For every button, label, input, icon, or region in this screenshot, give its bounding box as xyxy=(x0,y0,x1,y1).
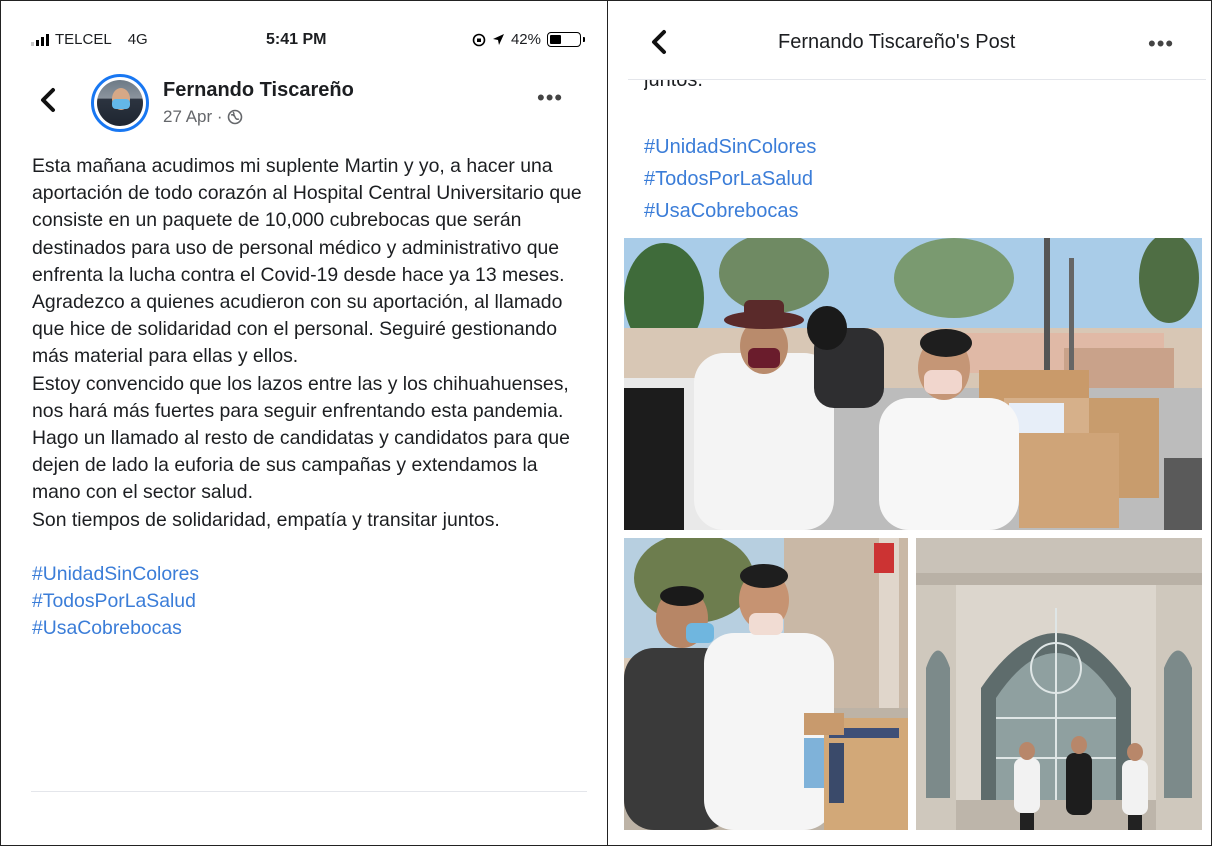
status-left: TELCEL 4G xyxy=(31,31,148,48)
hashtag-link[interactable]: #TodosPorLaSalud xyxy=(32,588,587,615)
post-paragraph: Agradezco a quienes acudieron con su apo… xyxy=(32,291,563,368)
post-detail-header: Fernando Tiscareño's Post ••• xyxy=(608,1,1211,79)
photo-handing-box xyxy=(624,538,908,830)
battery-percent: 42% xyxy=(510,31,541,48)
post-body: Esta mañana acudimos mi suplente Martin … xyxy=(32,153,587,642)
network-label: 4G xyxy=(127,31,148,48)
hashtag-link[interactable]: #TodosPorLaSalud xyxy=(644,163,816,195)
post-meta: 27 Apr · xyxy=(163,107,243,127)
status-bar: TELCEL 4G 5:41 PM 42% xyxy=(31,31,585,55)
author-name[interactable]: Fernando Tiscareño xyxy=(163,79,354,102)
chevron-left-icon xyxy=(41,88,55,112)
post-paragraph: Estoy convencido que los lazos entre las… xyxy=(32,372,569,422)
avatar-image xyxy=(97,80,143,126)
post-date[interactable]: 27 Apr · xyxy=(163,107,223,127)
location-arrow-icon xyxy=(492,34,504,45)
status-right: 42% xyxy=(472,31,585,48)
post-paragraph: Son tiempos de solidaridad, empatía y tr… xyxy=(32,508,500,531)
globe-icon xyxy=(227,109,242,125)
signal-strength-icon xyxy=(31,33,49,46)
battery-icon xyxy=(547,32,585,47)
post-screenshot-left: TELCEL 4G 5:41 PM 42% Fernando Tiscareño… xyxy=(0,0,608,846)
post-photo[interactable] xyxy=(624,238,1202,530)
more-options-button[interactable]: ••• xyxy=(537,85,563,111)
post-photo[interactable] xyxy=(916,538,1202,830)
photo-hospital-entrance xyxy=(916,538,1202,830)
post-paragraph: Esta mañana acudimos mi suplente Martin … xyxy=(32,155,582,286)
hashtag-link[interactable]: #UnidadSinColores xyxy=(32,561,587,588)
status-time: 5:41 PM xyxy=(266,31,327,48)
more-options-button[interactable]: ••• xyxy=(1148,31,1174,57)
header-divider xyxy=(628,79,1206,80)
divider xyxy=(31,791,587,792)
hashtag-link[interactable]: #UnidadSinColores xyxy=(644,131,816,163)
orientation-lock-icon xyxy=(472,33,486,46)
more-horizontal-icon: ••• xyxy=(537,85,564,110)
more-horizontal-icon: ••• xyxy=(1148,31,1175,56)
post-photo[interactable] xyxy=(624,538,908,830)
carrier-label: TELCEL xyxy=(55,31,112,48)
chevron-left-icon xyxy=(652,30,666,54)
hashtag-link[interactable]: #UsaCobrebocas xyxy=(644,195,816,227)
hashtag-list: #UnidadSinColores #TodosPorLaSalud #UsaC… xyxy=(644,131,816,227)
photo-people-unloading-boxes xyxy=(624,238,1202,530)
back-button[interactable] xyxy=(650,29,668,61)
back-button[interactable] xyxy=(39,87,57,119)
page-title: Fernando Tiscareño's Post xyxy=(778,31,1016,53)
post-screenshot-right: Fernando Tiscareño's Post ••• juntos. #U… xyxy=(607,0,1212,846)
hashtag-link[interactable]: #UsaCobrebocas xyxy=(32,615,587,642)
post-paragraph: Hago un llamado al resto de candidatas y… xyxy=(32,427,570,504)
author-avatar[interactable] xyxy=(91,74,149,132)
